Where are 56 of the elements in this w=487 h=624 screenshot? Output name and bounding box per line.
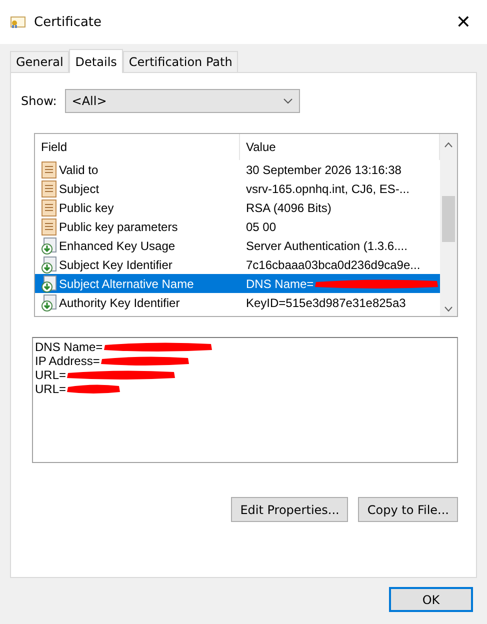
list-row[interactable]: Subject Key Identifier 7c16cbaaa03bca0d236d9ca9e...	[35, 255, 440, 274]
field-name: Subject Alternative Name	[59, 276, 194, 290]
list-row[interactable]: Valid to 30 September 2026 13:16:38	[35, 160, 440, 179]
chevron-down-icon	[282, 98, 293, 104]
scroll-thumb[interactable]	[442, 196, 455, 242]
scrollbar[interactable]	[440, 134, 457, 316]
document-download-icon	[41, 236, 57, 254]
document-icon	[41, 160, 57, 178]
field-name: Public key	[59, 200, 114, 214]
detail-line: IP Address=	[35, 354, 100, 368]
field-value: 05 00	[246, 220, 276, 234]
field-value: KeyID=515e3d987e31e825a3	[246, 296, 406, 310]
tab[interactable]: Certification Path	[122, 51, 238, 72]
field-value: Server Authentication (1.3.6....	[246, 238, 408, 252]
detail-line: URL=	[35, 382, 66, 396]
field-name: Subject	[59, 182, 100, 196]
field-value: vsrv-165.opnhq.int, CJ6, ES-...	[246, 182, 410, 196]
document-icon	[41, 198, 57, 216]
show-label: Show:	[21, 94, 57, 108]
list-row[interactable]: Subject vsrv-165.opnhq.int, CJ6, ES-...	[35, 179, 440, 198]
field-name: Public key parameters	[59, 220, 178, 234]
field-name: Enhanced Key Usage	[59, 238, 176, 252]
tab[interactable]: General	[10, 51, 70, 72]
document-download-icon	[41, 274, 57, 292]
document-download-icon	[41, 294, 57, 312]
field-value: 30 September 2026 13:16:38	[246, 162, 402, 176]
field-name: Authority Key Identifier	[59, 296, 180, 310]
detail-line: DNS Name=	[35, 340, 103, 354]
show-dropdown[interactable]: <All>	[64, 89, 300, 113]
field-value: RSA (4096 Bits)	[246, 200, 332, 214]
document-icon	[41, 218, 57, 236]
redaction-mark	[66, 383, 122, 395]
close-button[interactable]: ✕	[452, 12, 475, 32]
field-name: Subject Key Identifier	[59, 258, 172, 272]
detail-line: URL=	[35, 368, 66, 382]
list-row[interactable]: Subject Alternative Name DNS Name=	[35, 274, 440, 293]
field-value: 7c16cbaaa03bca0d236d9ca9e...	[246, 258, 420, 272]
dropdown-value: <All>	[72, 94, 107, 108]
document-icon	[41, 180, 57, 198]
scroll-up-icon[interactable]	[444, 142, 453, 148]
tab[interactable]: Details	[69, 49, 123, 73]
ok-button[interactable]: OK	[389, 587, 473, 612]
document-download-icon	[41, 256, 57, 274]
column-header[interactable]: Field	[35, 134, 240, 160]
field-value: DNS Name=	[246, 276, 314, 290]
scroll-down-icon[interactable]	[444, 306, 453, 312]
list-row[interactable]: Public key parameters 05 00	[35, 217, 440, 236]
list-row[interactable]: Authority Key Identifier KeyID=515e3d987e31e825a3	[35, 293, 440, 312]
window-title: Certificate	[34, 14, 103, 30]
edit-properties-button[interactable]: Edit Properties...	[231, 497, 348, 522]
detail-text-box[interactable]: DNS Name= IP Address= URL= URL=	[32, 337, 458, 463]
field-name: Valid to	[59, 162, 98, 176]
copy-to-file-button[interactable]: Copy to File...	[358, 497, 458, 522]
certificate-icon	[10, 15, 26, 29]
list-row[interactable]: Enhanced Key Usage Server Authentication (1.3.6....	[35, 236, 440, 255]
list-row[interactable]: Public key RSA (4096 Bits)	[35, 198, 440, 217]
